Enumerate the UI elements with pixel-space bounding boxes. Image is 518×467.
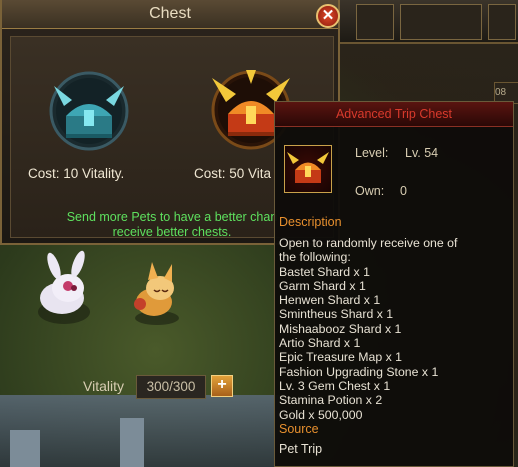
description-line: Gold x 500,000: [279, 407, 363, 422]
own-value: 0: [400, 184, 407, 198]
description-line: Bastet Shard x 1: [279, 264, 370, 279]
hud-slot[interactable]: [400, 4, 482, 40]
item-tooltip: Advanced Trip Chest Level: Lv. 54 Own: 0…: [274, 101, 514, 467]
source-value: Pet Trip: [279, 442, 323, 456]
vitality-label: Vitality: [83, 378, 124, 394]
vitality-value: 300/300: [136, 375, 206, 399]
description-line: Fashion Upgrading Stone x 1: [279, 364, 439, 379]
top-hud-bar: [338, 0, 518, 44]
description-line: Garm Shard x 1: [279, 278, 366, 293]
level-label: Level:: [355, 146, 389, 160]
description-line: Mishaabooz Shard x 1: [279, 321, 402, 336]
tooltip-title: Advanced Trip Chest: [335, 107, 453, 121]
chest-title-bar: Chest: [2, 0, 338, 29]
description-list: Open to randomly receive one of the foll…: [279, 236, 509, 422]
description-line: Artio Shard x 1: [279, 336, 361, 351]
advanced-trip-chest-icon: [284, 145, 332, 193]
description-line: Open to randomly receive one of: [279, 236, 458, 250]
hud-slot[interactable]: [488, 4, 516, 40]
own-label: Own:: [355, 184, 385, 198]
castle-tower: [10, 430, 40, 467]
description-line: Lv. 3 Gem Chest x 1: [279, 378, 391, 393]
description-line: Stamina Potion x 2: [279, 393, 383, 408]
source-title: Source: [279, 422, 319, 436]
close-icon[interactable]: ✕: [316, 4, 340, 28]
hud-slot[interactable]: [356, 4, 394, 40]
basic-chest-cost: Cost: 10 Vitality.: [28, 166, 125, 181]
description-line: Henwen Shard x 1: [279, 293, 381, 308]
description-line: the following:: [279, 250, 351, 265]
tooltip-header: Advanced Trip Chest: [275, 102, 513, 127]
description-title: Description: [279, 215, 342, 229]
level-value: Lv. 54: [405, 146, 439, 160]
pet-fox[interactable]: [122, 258, 192, 328]
castle-tower: [120, 418, 144, 467]
description-line: Epic Treasure Map x 1: [279, 350, 403, 365]
chest-window-title: Chest: [149, 5, 191, 22]
description-line: Smintheus Shard x 1: [279, 307, 394, 322]
basic-chest-icon[interactable]: [46, 66, 132, 156]
add-vitality-button[interactable]: +: [211, 375, 233, 397]
advanced-chest-cost: Cost: 50 Vita: [194, 166, 272, 181]
chest-glyph-icon: [287, 152, 329, 183]
pet-bunny[interactable]: [24, 250, 104, 330]
